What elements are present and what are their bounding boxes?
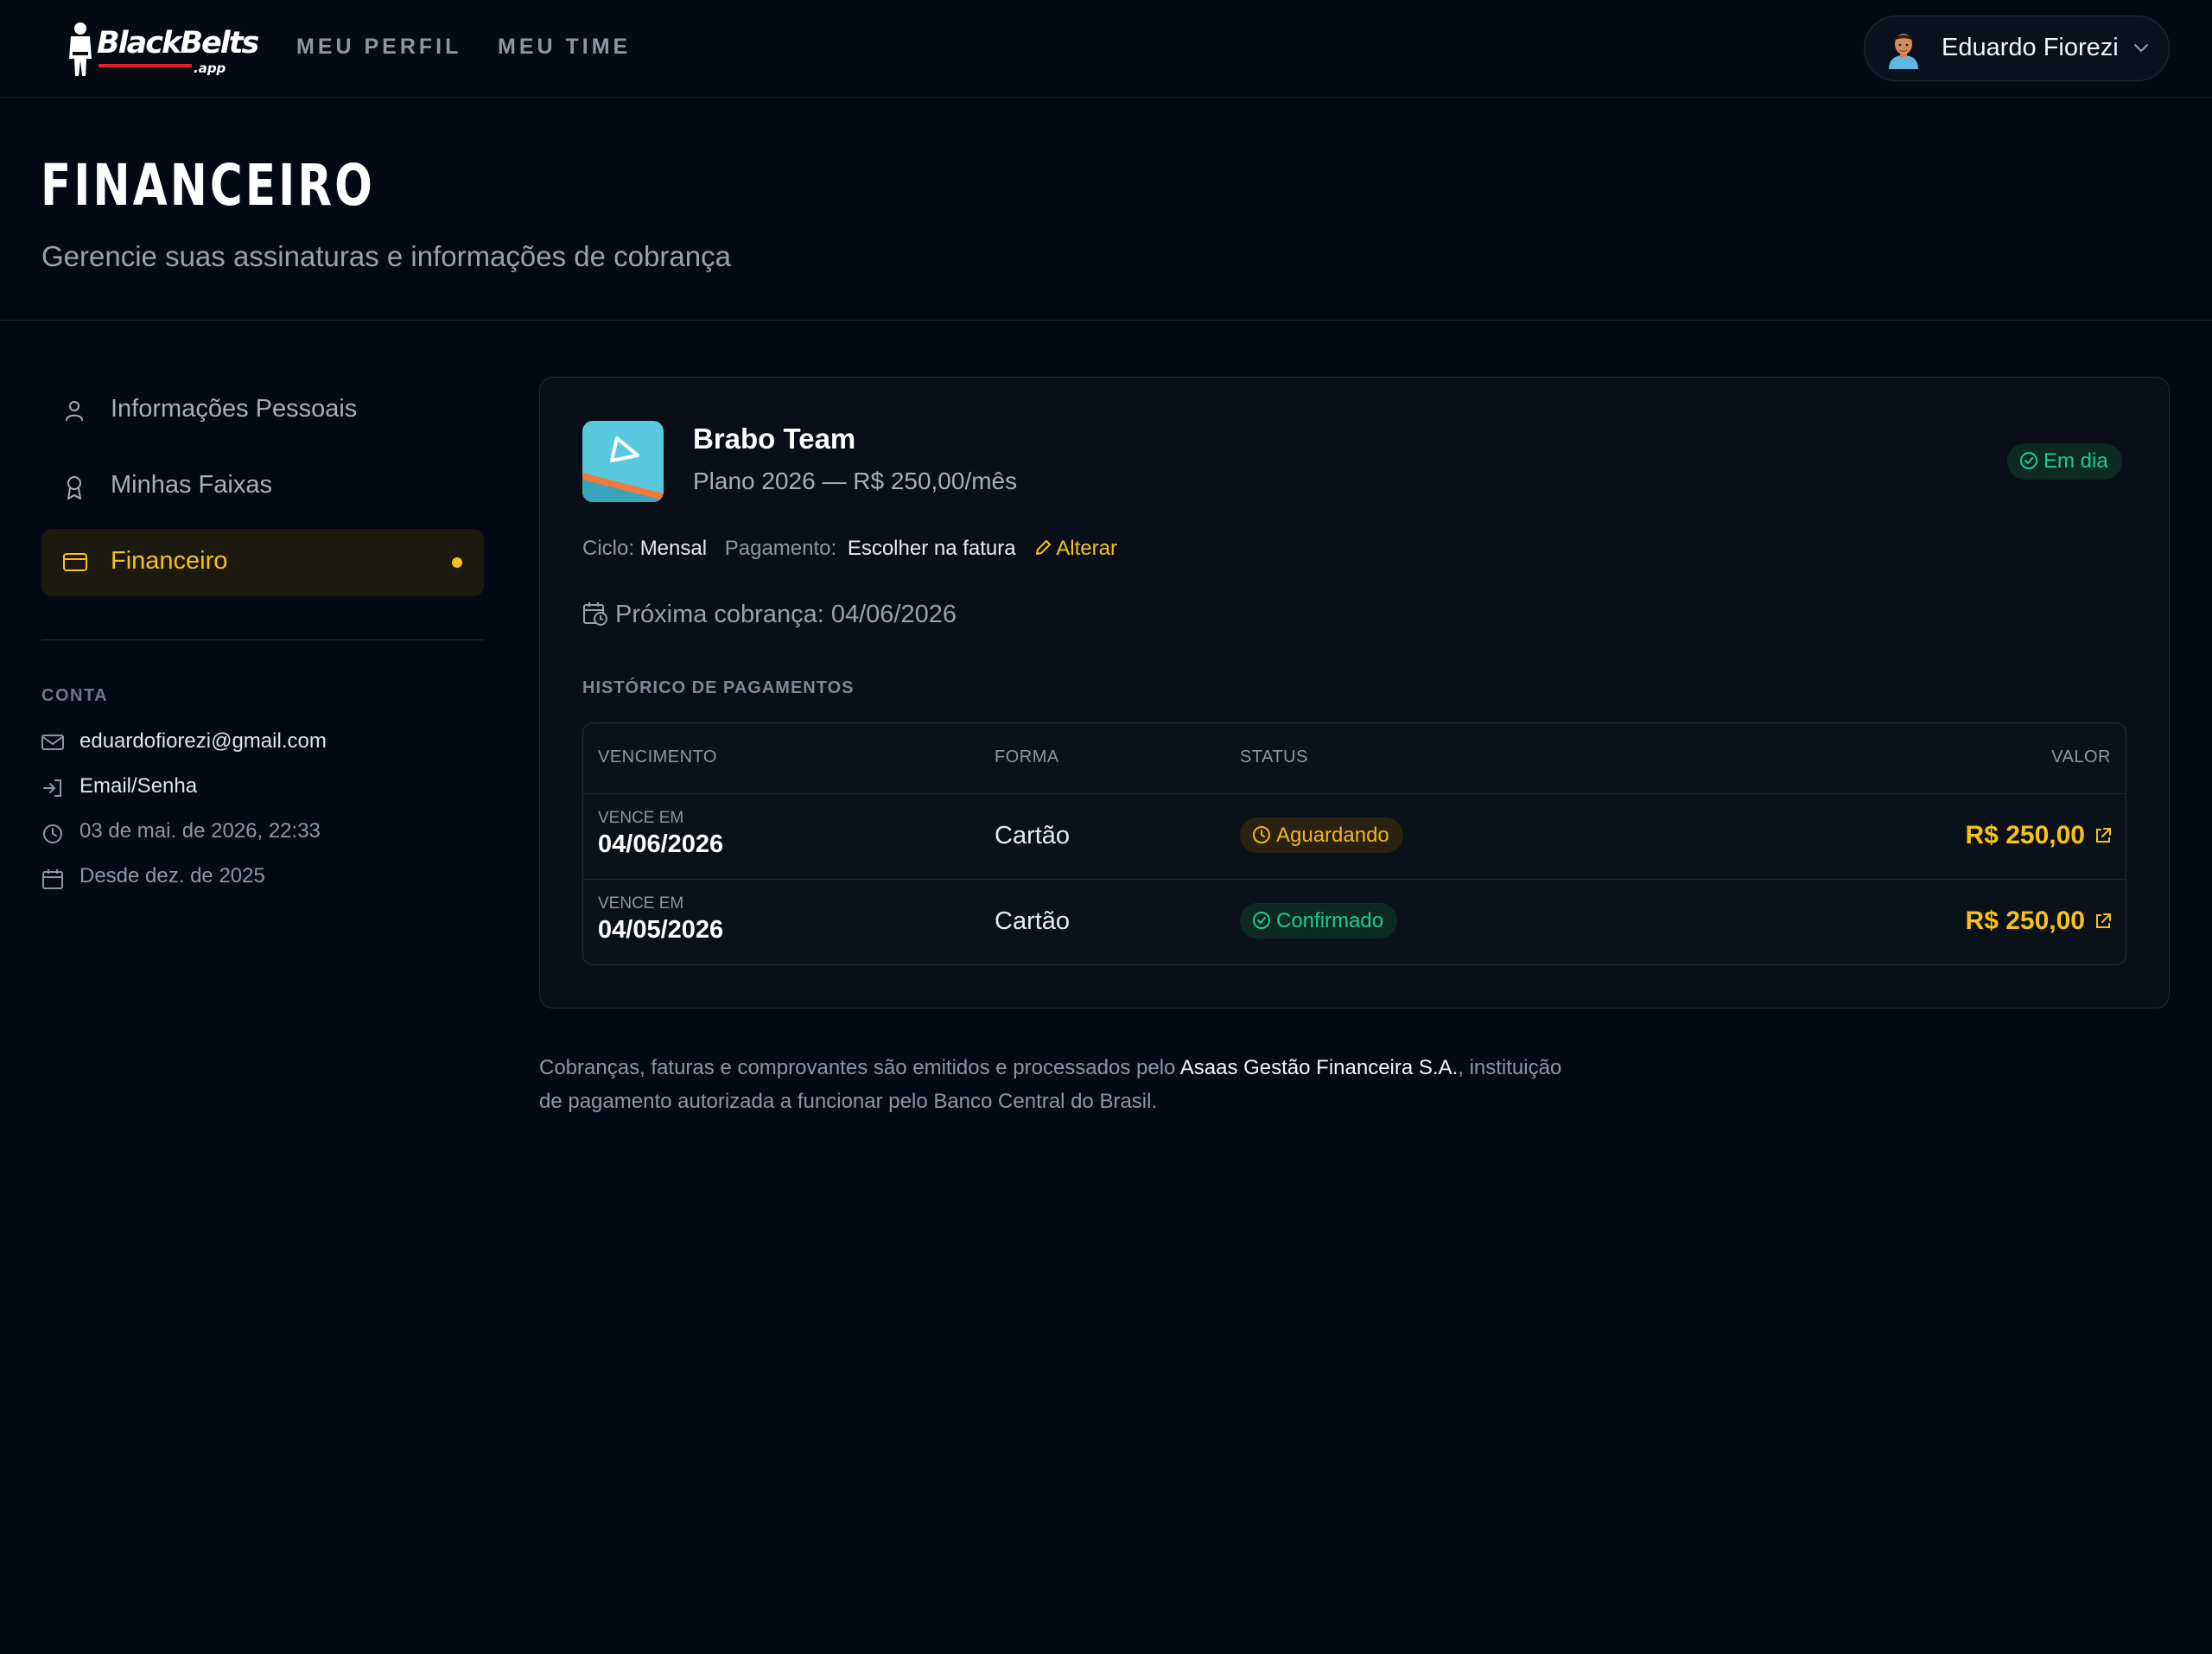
top-navbar: BlackBelts .app MEU PERFIL MEU TIME Edua… (0, 0, 2212, 98)
status-badge-label: Em dia (2044, 449, 2108, 473)
next-billing: Próxima cobrança: 04/06/2026 (582, 601, 957, 629)
sidebar-item-label: Financeiro (111, 547, 228, 575)
column-header-status: STATUS (1240, 747, 1308, 767)
pencil-icon (1036, 540, 1052, 555)
team-name: Brabo Team (693, 423, 856, 455)
page-subtitle: Gerencie suas assinaturas e informações … (41, 240, 731, 272)
external-link-icon (2096, 828, 2111, 843)
page-header: FINANCEIRO Gerencie suas assinaturas e i… (0, 99, 2212, 321)
logo-wordmark: BlackBelts (97, 26, 259, 60)
status-label: Aguardando (1276, 824, 1389, 847)
payment-method: Cartão (995, 907, 1071, 935)
logo-suffix: .app (194, 60, 226, 76)
status-badge: Aguardando (1240, 817, 1403, 853)
column-header-vencimento: VENCIMENTO (598, 747, 717, 767)
nav-link-meu-perfil[interactable]: MEU PERFIL (296, 35, 461, 60)
account-auth-method: Email/Senha (79, 774, 198, 798)
calendar-clock-icon (583, 602, 607, 626)
user-name: Eduardo Fiorezi (1942, 34, 2119, 61)
calendar-icon (42, 869, 63, 889)
footnote-company: Asaas Gestão Financeira S.A. (1179, 1056, 1459, 1079)
due-date: 04/05/2026 (598, 916, 724, 944)
legal-footnote: Cobranças, faturas e comprovantes são em… (539, 1051, 1576, 1118)
avatar (1889, 34, 1918, 69)
account-last-access: 03 de mai. de 2026, 22:33 (79, 819, 321, 843)
account-heading: CONTA (41, 686, 109, 705)
account-email: eduardofiorezi@gmail.com (79, 729, 327, 753)
cycle-label: Ciclo: (582, 537, 635, 560)
edit-payment-label: Alterar (1056, 537, 1117, 560)
user-menu-button[interactable]: Eduardo Fiorezi (1864, 16, 2170, 81)
cycle-value: Mensal (639, 537, 708, 560)
payment-label: Pagamento: (724, 537, 837, 560)
user-icon (66, 401, 83, 421)
sidebar-item-label: Minhas Faixas (111, 471, 272, 499)
invoice-link[interactable]: R$ 250,00 (1966, 821, 2113, 850)
payment-history-heading: HISTÓRICO DE PAGAMENTOS (582, 678, 855, 697)
status-label: Confirmado (1276, 909, 1384, 932)
payment-method: Cartão (995, 822, 1071, 849)
sidebar-item-informacoes-pessoais[interactable]: Informações Pessoais (41, 377, 484, 444)
team-logo (582, 421, 664, 502)
payment-history-table: VENCIMENTO FORMA STATUS VALOR VENCE EM 0… (582, 722, 2126, 965)
fighter-logo-icon (69, 22, 92, 76)
due-caption: VENCE EM (598, 894, 684, 913)
sidebar-item-minhas-faixas[interactable]: Minhas Faixas (41, 453, 484, 520)
credit-card-icon (63, 553, 87, 571)
sidebar-item-label: Informações Pessoais (111, 395, 358, 423)
billing-meta-row: Ciclo: Mensal Pagamento: Escolher na fat… (582, 537, 1117, 561)
status-badge: Confirmado (1240, 903, 1398, 938)
plan-description: Plano 2026 — R$ 250,00/mês (693, 468, 1018, 494)
logo-underline (99, 64, 192, 67)
status-badge: Em dia (2007, 443, 2122, 480)
chevron-down-icon (2134, 44, 2148, 53)
sidebar-divider (41, 639, 484, 640)
page-title: FINANCEIRO (41, 152, 376, 219)
table-row: VENCE EM 04/06/2026 Cartão Aguardando R$… (583, 793, 2126, 879)
column-header-forma: FORMA (995, 747, 1059, 767)
blackbelts-logo[interactable]: BlackBelts .app (67, 19, 259, 78)
account-member-since: Desde dez. de 2025 (79, 864, 265, 887)
due-date: 04/06/2026 (598, 830, 724, 858)
table-row: VENCE EM 04/05/2026 Cartão Confirmado R$… (583, 879, 2126, 964)
edit-payment-button[interactable]: Alterar (1033, 537, 1117, 560)
clock-icon (43, 824, 62, 843)
payment-amount: R$ 250,00 (1965, 907, 2085, 935)
column-header-valor: VALOR (2051, 747, 2111, 767)
mail-icon (41, 735, 64, 750)
sidebar-item-financeiro[interactable]: Financeiro (41, 529, 484, 596)
check-circle-icon (1253, 912, 1270, 929)
footnote-text-before: Cobranças, faturas e comprovantes são em… (539, 1056, 1180, 1079)
login-icon (43, 779, 61, 797)
medal-icon (67, 476, 81, 499)
next-billing-text: Próxima cobrança: 04/06/2026 (615, 601, 957, 628)
due-caption: VENCE EM (598, 809, 684, 827)
payment-value: Escolher na fatura (847, 537, 1016, 560)
clock-icon (1253, 826, 1270, 843)
active-indicator-dot (452, 557, 462, 568)
payment-amount: R$ 250,00 (1965, 821, 2085, 849)
nav-link-meu-time[interactable]: MEU TIME (498, 35, 631, 60)
external-link-icon (2096, 913, 2111, 928)
check-circle-icon (2020, 452, 2037, 469)
invoice-link[interactable]: R$ 250,00 (1966, 907, 2113, 936)
subscription-card: Brabo Team Plano 2026 — R$ 250,00/mês Em… (539, 377, 2170, 1008)
